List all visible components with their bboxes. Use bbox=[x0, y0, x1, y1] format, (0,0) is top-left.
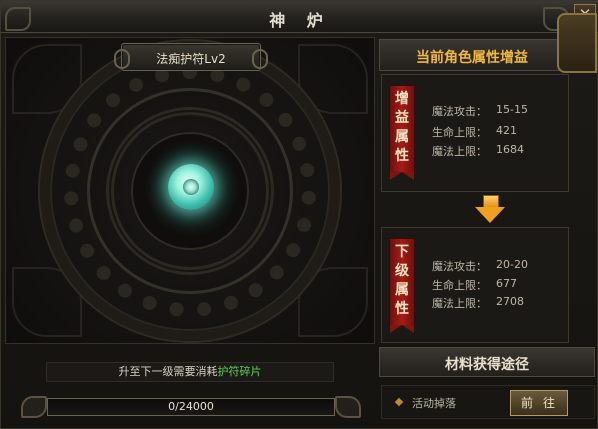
stat-row: 魔法上限： 2708 bbox=[432, 295, 524, 311]
next-stats-ribbon: 下级属性 bbox=[389, 238, 415, 333]
stat-value: 1684 bbox=[496, 143, 524, 156]
next-stats-box: 下级属性 魔法攻击： 20-20 生命上限： 677 魔法上限： 2708 bbox=[381, 227, 569, 343]
stat-label: 生命上限： bbox=[432, 126, 487, 139]
stat-row: 魔法上限： 1684 bbox=[432, 143, 524, 159]
stat-label: 生命上限： bbox=[432, 279, 487, 292]
diamond-bullet-icon bbox=[394, 397, 404, 407]
stat-row: 魔法攻击： 20-20 bbox=[432, 258, 528, 274]
arrow-down-icon bbox=[475, 195, 505, 225]
stat-value: 20-20 bbox=[496, 258, 528, 271]
ribbon-label: 下级属性 bbox=[395, 244, 409, 317]
stat-row: 生命上限： 677 bbox=[432, 277, 517, 293]
furnace-panel: 法痴护符Lv2 bbox=[5, 37, 375, 344]
requirement-text: 升至下一级需要消耗 bbox=[118, 365, 218, 378]
jade-amulet-icon[interactable] bbox=[168, 164, 214, 210]
materials-header-title: 材料获得途径 bbox=[445, 357, 529, 373]
divine-furnace-window: 神 炉 ✕ 法痴护符Lv2 升至下一级需要消耗护符碎片 0/24000 当前角色… bbox=[0, 0, 598, 429]
materials-header: 材料获得途径 bbox=[379, 347, 595, 377]
stat-label: 魔法攻击： bbox=[432, 105, 487, 118]
stat-label: 魔法上限： bbox=[432, 297, 487, 310]
amulet-name-plate: 法痴护符Lv2 bbox=[114, 43, 268, 71]
progress-cap-left bbox=[21, 396, 47, 418]
stat-value: 15-15 bbox=[496, 103, 528, 116]
stat-row: 魔法攻击： 15-15 bbox=[432, 103, 528, 119]
material-source-label: 活动掉落 bbox=[412, 397, 456, 410]
current-stats-ribbon: 增益属性 bbox=[389, 85, 415, 180]
stat-label: 魔法攻击： bbox=[432, 260, 487, 273]
progress-text: 0/24000 bbox=[168, 400, 214, 413]
go-button[interactable]: 前往 bbox=[510, 390, 568, 416]
ribbon-label: 增益属性 bbox=[395, 91, 409, 164]
requirement-item: 护符碎片 bbox=[217, 365, 262, 378]
upgrade-progress: 0/24000 bbox=[21, 392, 361, 422]
stat-value: 421 bbox=[496, 124, 517, 137]
bonus-header-title: 当前角色属性增益 bbox=[416, 50, 528, 66]
side-tab-ornament bbox=[557, 13, 597, 73]
window-title: 神 炉 bbox=[269, 11, 331, 30]
title-bar: 神 炉 ✕ bbox=[1, 1, 598, 33]
stat-value: 2708 bbox=[496, 295, 524, 308]
amulet-name: 法痴护符Lv2 bbox=[156, 52, 226, 66]
progress-cap-right bbox=[335, 396, 361, 418]
stat-value: 677 bbox=[496, 277, 517, 290]
stat-label: 魔法上限： bbox=[432, 145, 487, 158]
progress-track: 0/24000 bbox=[47, 398, 335, 416]
material-source-row: 活动掉落 前往 bbox=[381, 385, 595, 419]
upgrade-requirement: 升至下一级需要消耗护符碎片 bbox=[46, 362, 334, 382]
stat-row: 生命上限： 421 bbox=[432, 124, 517, 140]
current-stats-box: 增益属性 魔法攻击： 15-15 生命上限： 421 魔法上限： 1684 bbox=[381, 74, 569, 192]
